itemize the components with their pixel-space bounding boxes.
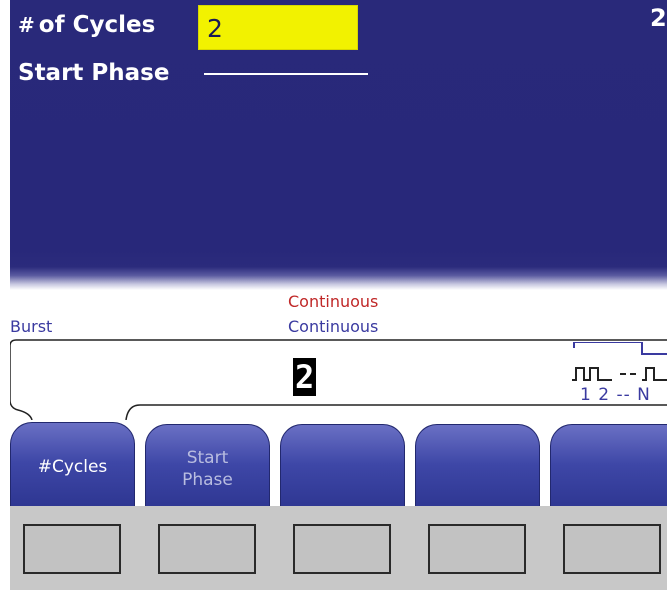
hardware-softkey-button-4[interactable] <box>428 524 526 574</box>
start-phase-value-line[interactable] <box>204 73 368 75</box>
start-phase-label: Start Phase <box>18 60 170 86</box>
burst-cycle-label: 1 2 -- N <box>580 385 651 405</box>
softkey-4[interactable] <box>415 424 540 512</box>
softkey-cycles-label: #Cycles <box>37 456 108 477</box>
cycles-param-label: # of Cycles <box>18 12 155 38</box>
corner-indicator: 2 <box>650 4 667 32</box>
edit-value-display: 2 <box>293 358 317 396</box>
parameter-display: # of Cycles 2 Start Phase 2 <box>10 0 667 290</box>
softkey-cycles[interactable]: #Cycles <box>10 422 135 510</box>
softkey-bar: #Cycles Start Phase <box>10 420 667 512</box>
burst-status-area: Continuous Burst Continuous 2 1 2 -- N <box>10 290 667 420</box>
cycles-value-field[interactable]: 2 <box>198 5 358 50</box>
hardware-softkey-button-2[interactable] <box>158 524 256 574</box>
softkey-start-phase-line1: Start <box>186 447 229 468</box>
softkey-start-phase[interactable]: Start Phase <box>145 424 270 512</box>
hardware-softkey-button-1[interactable] <box>23 524 121 574</box>
cycles-label-text: of Cycles <box>38 12 156 38</box>
softkey-start-phase-line2: Phase <box>182 469 233 490</box>
hash-icon: # <box>18 13 35 37</box>
hardware-softkey-button-3[interactable] <box>293 524 391 574</box>
softkey-5[interactable] <box>550 424 667 512</box>
burst-waveform-icon <box>572 342 667 381</box>
instrument-screen: # of Cycles 2 Start Phase 2 Continuous Bu… <box>10 0 667 590</box>
softkey-3[interactable] <box>280 424 405 512</box>
hardware-button-row <box>10 506 667 590</box>
hardware-softkey-button-5[interactable] <box>563 524 661 574</box>
status-frame <box>10 339 667 420</box>
